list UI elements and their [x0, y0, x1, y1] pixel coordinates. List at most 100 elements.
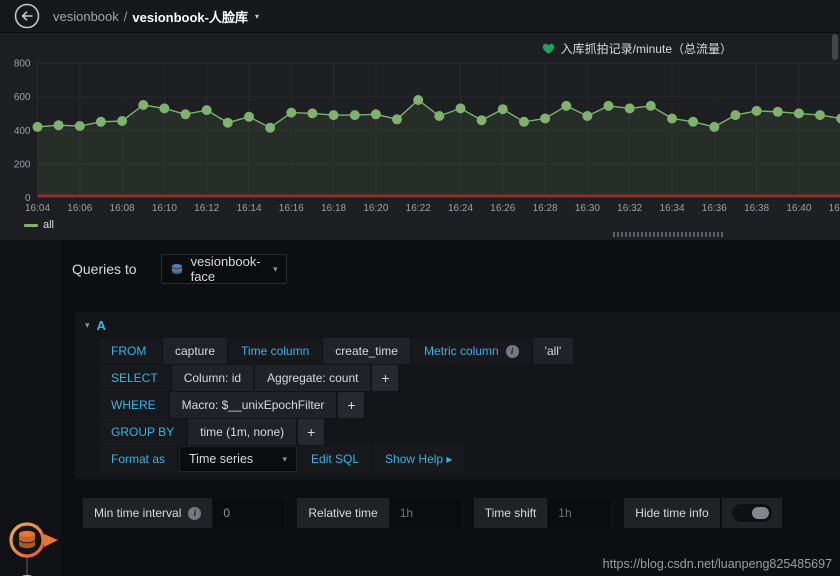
data-point[interactable]: [730, 110, 741, 121]
data-point[interactable]: [751, 105, 762, 116]
select-aggregate[interactable]: Aggregate: count: [255, 365, 371, 391]
x-axis-tick: 16:36: [702, 203, 727, 214]
data-point[interactable]: [159, 103, 170, 114]
select-column[interactable]: Column: id: [171, 365, 254, 391]
format-select[interactable]: Time series ▾: [179, 446, 298, 472]
data-point[interactable]: [455, 103, 466, 114]
back-icon[interactable]: [14, 3, 40, 29]
caret-down-icon: ▾: [282, 453, 288, 464]
query-options-row: Min time interval i Relative time Time s…: [83, 498, 782, 528]
data-point[interactable]: [793, 108, 804, 119]
legend-series-color: [24, 223, 38, 227]
data-point[interactable]: [772, 106, 783, 117]
top-navbar: vesionbook / vesionbook-人脸库 ▾: [0, 0, 840, 33]
data-point[interactable]: [180, 109, 191, 120]
data-point[interactable]: [434, 111, 445, 121]
data-point[interactable]: [392, 114, 402, 125]
data-point[interactable]: [497, 104, 508, 115]
format-value: Time series: [189, 452, 254, 466]
edit-sql-button[interactable]: Edit SQL: [299, 446, 372, 472]
hide-time-info-group: Hide time info: [624, 498, 782, 528]
data-point[interactable]: [222, 117, 233, 128]
data-point[interactable]: [32, 121, 43, 132]
time-column-value[interactable]: create_time: [323, 338, 410, 364]
dashboard-title[interactable]: vesionbook-人脸库: [132, 7, 248, 26]
data-point[interactable]: [349, 110, 360, 121]
time-column-label[interactable]: Time column: [229, 338, 322, 364]
x-axis-tick: 16:26: [490, 203, 515, 214]
add-where-button[interactable]: +: [338, 392, 365, 418]
table-selector[interactable]: capture: [163, 338, 228, 364]
metric-column-label[interactable]: Metric column i: [411, 338, 531, 364]
breadcrumb-folder[interactable]: vesionbook: [53, 9, 119, 24]
query-a-header[interactable]: ▾ A: [75, 312, 840, 338]
show-help-button[interactable]: Show Help ▸: [373, 446, 465, 472]
time-shift-input[interactable]: [549, 498, 612, 528]
data-point[interactable]: [117, 116, 128, 126]
x-axis-tick: 16:22: [406, 203, 431, 214]
data-point[interactable]: [370, 109, 381, 120]
data-point[interactable]: [307, 108, 318, 119]
x-axis-tick: 16:04: [25, 203, 50, 214]
x-axis-tick: 16:16: [279, 203, 304, 214]
data-point[interactable]: [265, 122, 276, 133]
relative-time-input[interactable]: [390, 498, 461, 528]
data-point[interactable]: [244, 111, 254, 122]
min-time-interval-group: Min time interval i: [83, 498, 285, 528]
tab-queries-database-icon[interactable]: [7, 520, 61, 560]
datasource-name: vesionbook-face: [190, 254, 261, 284]
relative-time-group: Relative time: [297, 498, 461, 528]
groupby-row: GROUP BY time (1m, none) +: [99, 419, 840, 445]
data-point[interactable]: [138, 100, 149, 110]
add-select-button[interactable]: +: [372, 365, 399, 391]
chevron-down-icon[interactable]: ▾: [255, 12, 259, 21]
data-point[interactable]: [709, 121, 720, 132]
info-icon[interactable]: i: [188, 506, 202, 520]
data-point[interactable]: [286, 107, 297, 118]
y-axis-tick: 800: [14, 59, 31, 70]
hide-time-info-toggle[interactable]: [731, 504, 772, 522]
data-point[interactable]: [624, 103, 635, 114]
query-rows: FROM capture Time column create_time Met…: [75, 338, 840, 472]
info-icon[interactable]: i: [505, 344, 519, 358]
select-keyword: SELECT: [99, 365, 170, 391]
data-point[interactable]: [603, 100, 614, 111]
datasource-select[interactable]: vesionbook-face ▾: [160, 254, 287, 284]
data-point[interactable]: [201, 105, 212, 116]
vertical-scrollbar[interactable]: [832, 34, 838, 60]
data-point[interactable]: [519, 116, 529, 127]
where-macro[interactable]: Macro: $__unixEpochFilter: [169, 392, 337, 418]
panel-resize-handle[interactable]: [613, 232, 723, 237]
data-point[interactable]: [413, 95, 424, 105]
data-point[interactable]: [328, 110, 339, 121]
y-axis-tick: 200: [14, 159, 31, 170]
grafana-panel-editor: vesionbook / vesionbook-人脸库 ▾ 入库抓拍记录/min…: [0, 0, 840, 576]
where-keyword: WHERE: [99, 392, 168, 418]
data-point[interactable]: [582, 111, 593, 121]
watermark-url: https://blog.csdn.net/luanpeng825485697: [602, 557, 832, 571]
data-point[interactable]: [540, 113, 551, 124]
legend-item-all[interactable]: all: [24, 219, 54, 231]
data-point[interactable]: [53, 120, 64, 131]
collapse-caret-icon[interactable]: ▾: [85, 320, 90, 331]
add-groupby-button[interactable]: +: [298, 419, 325, 445]
data-point[interactable]: [688, 116, 699, 127]
data-point[interactable]: [74, 121, 85, 131]
data-point[interactable]: [667, 113, 677, 124]
data-point[interactable]: [476, 115, 487, 126]
queries-to-label: Queries to: [72, 261, 137, 277]
caret-down-icon: ▾: [273, 263, 278, 274]
min-time-interval-input[interactable]: [214, 498, 285, 528]
metric-column-value[interactable]: 'all': [532, 338, 574, 364]
hide-time-info-cell: [721, 498, 782, 528]
breadcrumb[interactable]: vesionbook / vesionbook-人脸库 ▾: [53, 7, 259, 26]
select-row: SELECT Column: id Aggregate: count +: [99, 365, 840, 391]
groupby-time[interactable]: time (1m, none): [188, 419, 297, 445]
data-point[interactable]: [95, 116, 106, 127]
data-point[interactable]: [561, 100, 572, 111]
data-point[interactable]: [645, 100, 656, 111]
format-as-keyword: Format as: [99, 446, 178, 472]
time-series-chart[interactable]: 020040060080016:04 16:06 16:08 16:10 16:12 16…: [0, 40, 840, 218]
data-point[interactable]: [815, 110, 825, 121]
datasource-icon: [171, 264, 182, 274]
